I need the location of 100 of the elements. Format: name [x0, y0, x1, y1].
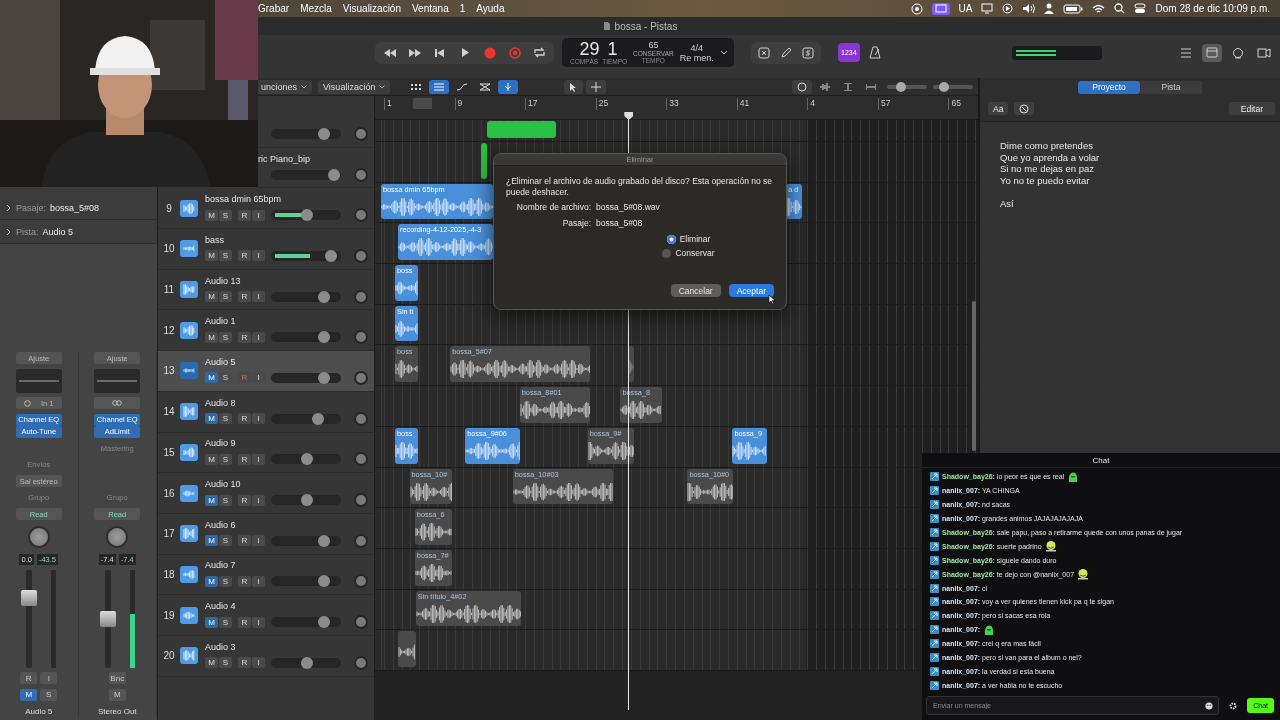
font-button[interactable]: Aa — [988, 102, 1009, 115]
input-monitor-button[interactable]: I — [252, 372, 265, 384]
track-header[interactable]: 10 bass M S R I — [158, 229, 374, 270]
notes-button[interactable] — [1202, 43, 1222, 62]
solo-button[interactable]: S — [219, 331, 232, 343]
mute-button[interactable]: M — [20, 688, 38, 701]
mute-button[interactable]: M — [205, 494, 218, 506]
slider-thumb[interactable] — [325, 249, 338, 262]
menu-item[interactable]: Mezcla — [300, 3, 332, 14]
menu-item[interactable]: 1 — [459, 3, 466, 14]
solo-button[interactable]: S — [219, 209, 232, 221]
solo-button[interactable]: S — [219, 575, 232, 587]
mute-button[interactable]: M — [205, 413, 218, 425]
input-monitor-button[interactable]: I — [252, 453, 265, 465]
input-monitor-button[interactable]: I — [252, 575, 265, 587]
slider-thumb[interactable] — [318, 371, 331, 384]
scroll-bar[interactable] — [972, 301, 976, 451]
record-enable-button[interactable]: R — [238, 331, 251, 343]
radio-option[interactable]: Conservar — [591, 248, 786, 258]
input-source[interactable]: UA — [958, 3, 973, 14]
chevron-icon[interactable] — [719, 49, 728, 56]
pan-knob[interactable] — [354, 289, 368, 304]
slider-thumb[interactable] — [318, 616, 331, 629]
settings-icon[interactable] — [1229, 701, 1238, 710]
chevron-icon[interactable] — [6, 227, 12, 236]
toggle-button[interactable] — [429, 79, 450, 94]
slider-thumb[interactable] — [318, 127, 331, 140]
mute-button[interactable]: M — [205, 575, 218, 587]
track-header[interactable]: 19 Audio 4 M S R I — [158, 595, 374, 636]
dropdown-menu[interactable]: unciones — [256, 79, 313, 94]
pan-knob[interactable] — [354, 533, 368, 548]
tab[interactable]: Pista — [1140, 80, 1202, 94]
bounce-button[interactable]: Bnc — [108, 672, 126, 684]
volume-slider[interactable] — [271, 454, 341, 465]
pointer-tool-button[interactable] — [564, 79, 584, 94]
search-icon[interactable] — [1114, 3, 1126, 14]
volume-slider[interactable] — [271, 169, 341, 180]
solo-button[interactable]: S — [219, 453, 232, 465]
solo-button[interactable]: S — [219, 372, 232, 384]
menu-item[interactable]: Visualización — [342, 3, 401, 14]
automation-button[interactable] — [792, 79, 813, 94]
volume-slider[interactable] — [271, 210, 341, 221]
midi-region[interactable] — [481, 143, 488, 179]
record-enable-button[interactable]: R — [238, 575, 251, 587]
volume-slider[interactable] — [271, 576, 341, 587]
slider-thumb[interactable] — [300, 453, 313, 466]
volume-slider[interactable] — [271, 657, 341, 668]
emoji-icon[interactable] — [1205, 701, 1214, 710]
volume-slider[interactable] — [271, 535, 341, 546]
pan-knob[interactable] — [354, 126, 368, 141]
menu-item[interactable]: Ayuda — [476, 3, 505, 14]
pan-knob[interactable] — [354, 208, 368, 223]
chevron-icon[interactable] — [6, 203, 12, 212]
mute-button[interactable]: M — [205, 616, 218, 628]
record-enable-button[interactable]: R — [238, 535, 251, 547]
volume-slider[interactable] — [271, 617, 341, 628]
mute-button[interactable]: M — [205, 209, 218, 221]
radio-option[interactable]: Eliminar — [591, 234, 786, 244]
horizontal-zoom-slider[interactable] — [933, 81, 974, 92]
fader-handle[interactable] — [99, 610, 116, 627]
volume-fader[interactable] — [99, 569, 116, 668]
record-enable-button[interactable]: R — [238, 657, 251, 669]
wifi-icon[interactable] — [1092, 3, 1106, 14]
play-icon[interactable] — [1002, 3, 1014, 14]
input-monitor-button[interactable]: I — [252, 657, 265, 669]
slider-thumb[interactable] — [318, 534, 331, 547]
control-center-icon[interactable] — [1134, 3, 1147, 14]
color-button[interactable] — [1014, 102, 1035, 115]
pan-knob[interactable] — [354, 370, 368, 385]
input-monitor-button[interactable]: I — [252, 494, 265, 506]
pan-knob[interactable] — [354, 167, 368, 182]
record-enable-button[interactable]: R — [238, 453, 251, 465]
solo-button[interactable]: S — [219, 413, 232, 425]
toggle-button[interactable] — [498, 79, 519, 94]
track-header[interactable]: 9 bossa dmin 65bpm M S R I — [158, 188, 374, 230]
volume-slider[interactable] — [271, 372, 341, 383]
mute-button[interactable]: M — [205, 291, 218, 303]
input-slot[interactable] — [94, 397, 141, 409]
pan-knob[interactable] — [354, 574, 368, 589]
slider-thumb[interactable] — [896, 81, 907, 92]
solo-button[interactable]: S — [219, 291, 232, 303]
input-monitor-button[interactable]: I — [252, 209, 265, 221]
input-monitor-button[interactable]: I — [252, 413, 265, 425]
track-header[interactable]: 20 Audio 3 M S R I — [158, 635, 374, 677]
solo-button[interactable]: S — [40, 688, 58, 701]
input-monitor-button[interactable]: I — [252, 535, 265, 547]
pan-knob[interactable] — [106, 525, 129, 548]
dialog-button[interactable]: Cancelar — [670, 284, 721, 297]
solo-button[interactable]: S — [219, 494, 232, 506]
fader-handle[interactable] — [21, 590, 38, 606]
second-tool-button[interactable] — [586, 79, 607, 94]
solo-button[interactable]: S — [219, 250, 232, 262]
pan-knob[interactable] — [354, 655, 368, 670]
mute-button[interactable]: M — [205, 453, 218, 465]
mute-button[interactable]: M — [205, 250, 218, 262]
menu-item[interactable]: Grabar — [258, 3, 290, 14]
slider-thumb[interactable] — [318, 290, 331, 303]
record-enable-button[interactable]: R — [238, 209, 251, 221]
arm-button[interactable]: R — [20, 672, 38, 684]
tab[interactable]: Proyecto — [1078, 80, 1140, 94]
